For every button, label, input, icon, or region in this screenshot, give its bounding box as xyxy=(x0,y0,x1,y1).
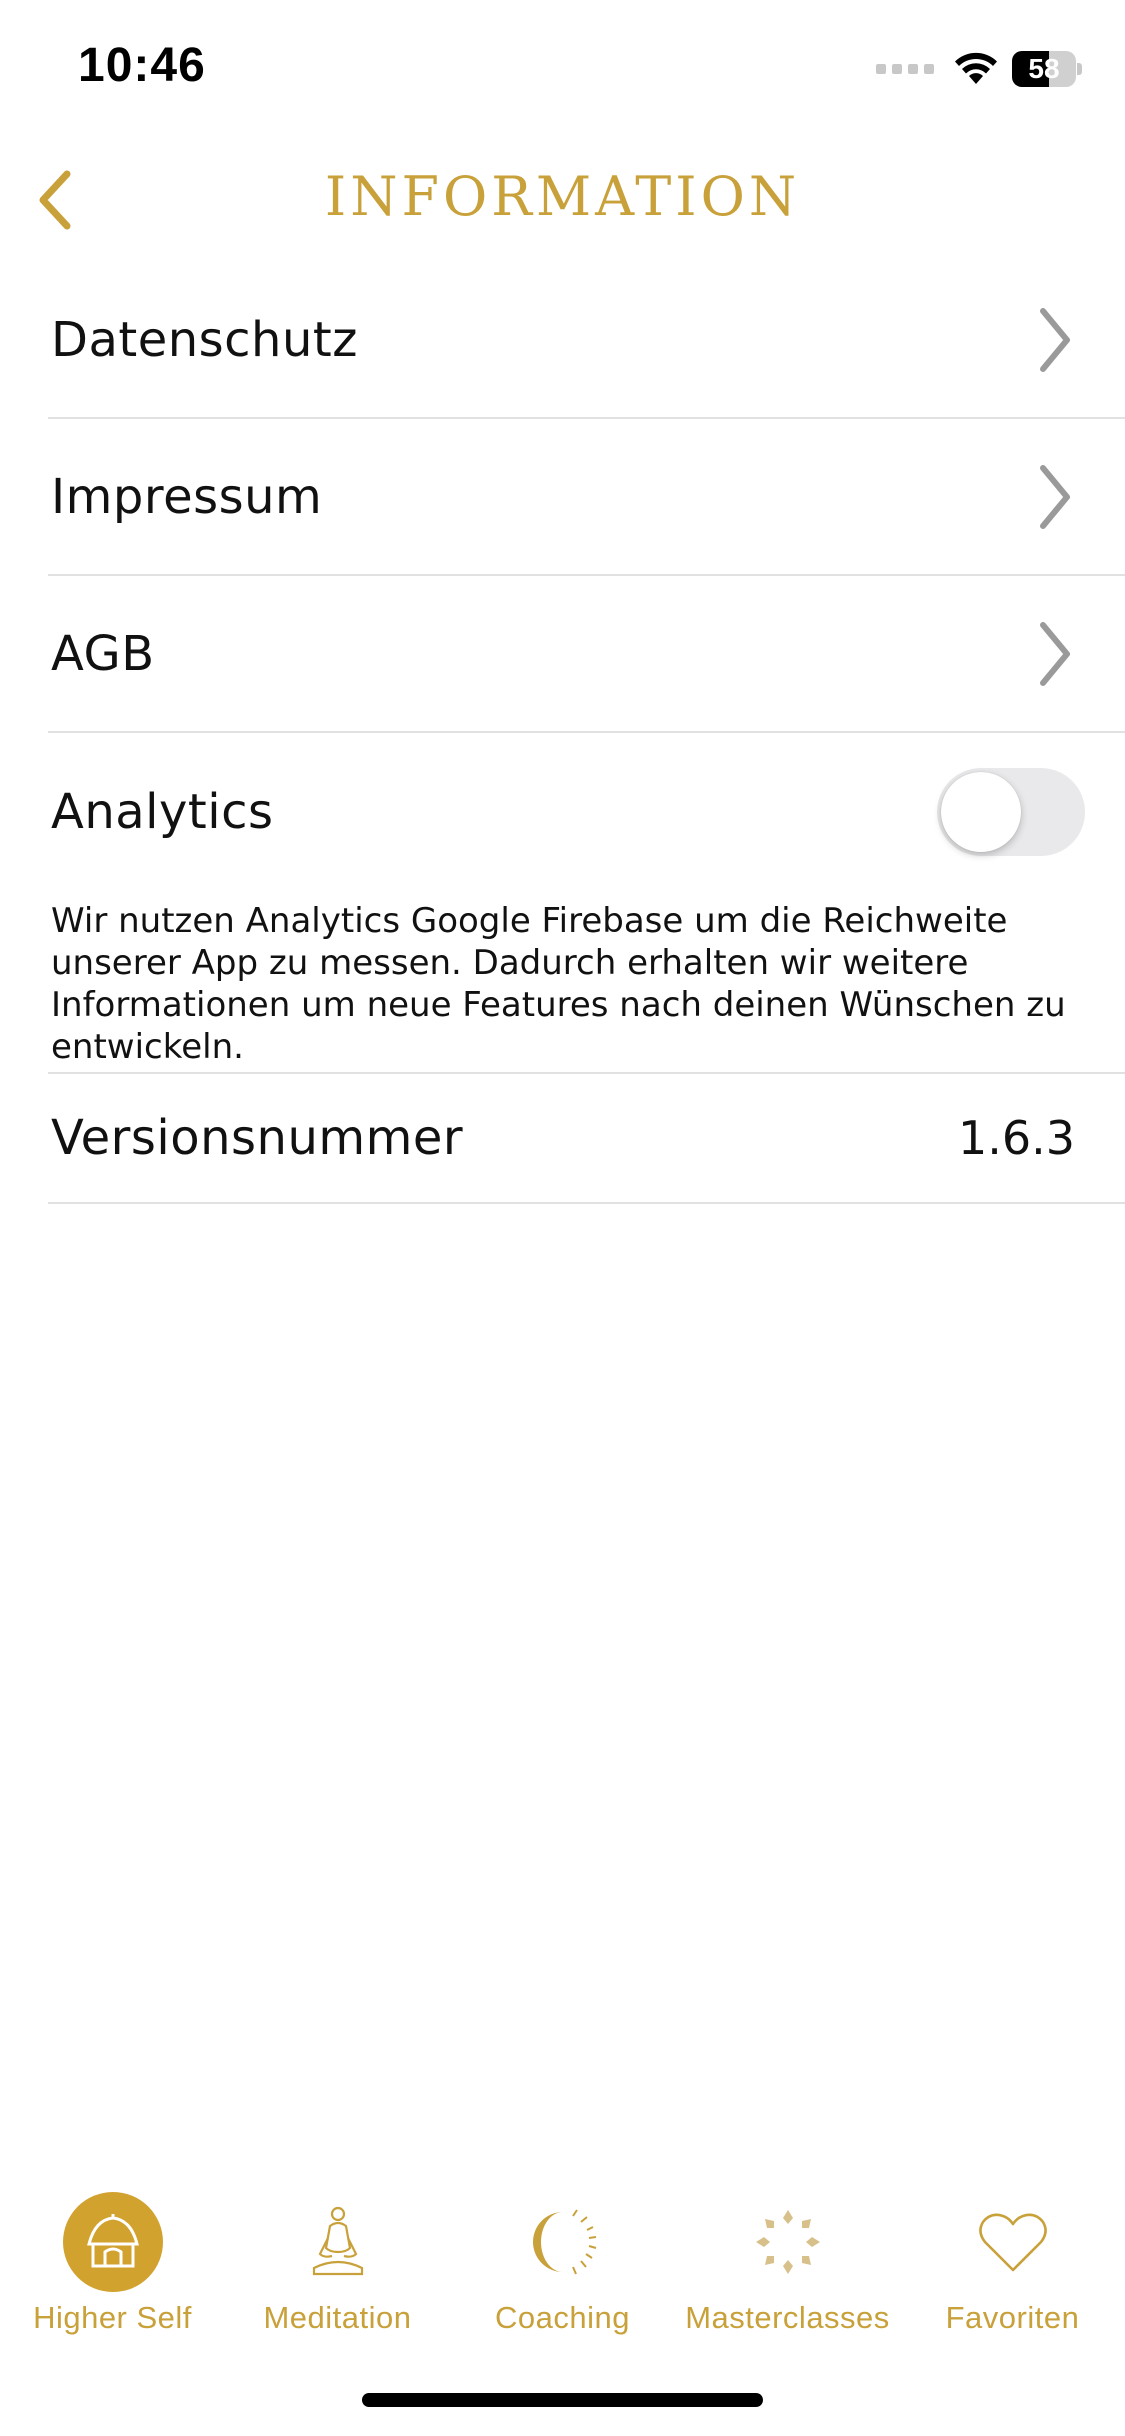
tab-label: Favoriten xyxy=(945,2300,1080,2335)
information-list: Datenschutz Impressum AGB Analytics Wir … xyxy=(0,262,1125,1204)
tab-favoriten[interactable]: Favoriten xyxy=(900,2180,1125,2340)
list-item-agb[interactable]: AGB xyxy=(48,576,1125,733)
cellular-signal-icon xyxy=(876,64,934,74)
page-title: INFORMATION xyxy=(324,165,801,228)
tab-label: Coaching xyxy=(495,2300,630,2335)
tab-label: Masterclasses xyxy=(685,2300,890,2335)
flower-mandala-icon xyxy=(755,2210,820,2274)
tab-masterclasses[interactable]: Masterclasses xyxy=(675,2180,900,2340)
meditating-person-icon xyxy=(312,2206,363,2276)
list-item-datenschutz[interactable]: Datenschutz xyxy=(48,262,1125,419)
heart-icon xyxy=(978,2213,1047,2272)
hut-icon xyxy=(86,2214,139,2268)
list-item-label: AGB xyxy=(51,625,155,682)
version-value: 1.6.3 xyxy=(957,1111,1075,1165)
chevron-right-icon xyxy=(1040,307,1070,372)
status-bar: 10:46 58 xyxy=(0,0,1125,140)
tab-bar: Higher Self Meditation Coaching Mastercl… xyxy=(0,2180,1125,2340)
chevron-right-icon xyxy=(1040,464,1070,529)
toggle-knob xyxy=(941,771,1021,852)
status-time: 10:46 xyxy=(78,39,206,92)
version-label: Versionsnummer xyxy=(51,1110,464,1166)
tab-label: Meditation xyxy=(263,2300,412,2335)
chevron-right-icon xyxy=(1040,621,1070,686)
tab-meditation[interactable]: Meditation xyxy=(225,2180,450,2340)
list-item-label: Datenschutz xyxy=(51,311,358,368)
analytics-toggle[interactable] xyxy=(937,767,1085,856)
battery-level: 58 xyxy=(1028,53,1060,84)
battery-icon: 58 xyxy=(1012,51,1082,87)
home-indicator[interactable] xyxy=(362,2393,763,2407)
list-item-impressum[interactable]: Impressum xyxy=(48,419,1125,576)
analytics-description: Wir nutzen Analytics Google Firebase um … xyxy=(48,890,1125,1074)
crescent-moon-icon xyxy=(532,2209,596,2275)
analytics-label: Analytics xyxy=(51,783,274,840)
status-icons: 58 xyxy=(876,44,1082,94)
navigation-bar: INFORMATION xyxy=(0,140,1125,260)
list-item-label: Impressum xyxy=(51,468,323,525)
tab-coaching[interactable]: Coaching xyxy=(450,2180,675,2340)
version-row: Versionsnummer 1.6.3 xyxy=(48,1074,1125,1204)
wifi-icon xyxy=(955,52,997,84)
analytics-row: Analytics xyxy=(48,733,1125,890)
tab-higher-self[interactable]: Higher Self xyxy=(0,2180,225,2340)
tab-label: Higher Self xyxy=(33,2300,192,2335)
tab-active-indicator xyxy=(62,2192,163,2292)
